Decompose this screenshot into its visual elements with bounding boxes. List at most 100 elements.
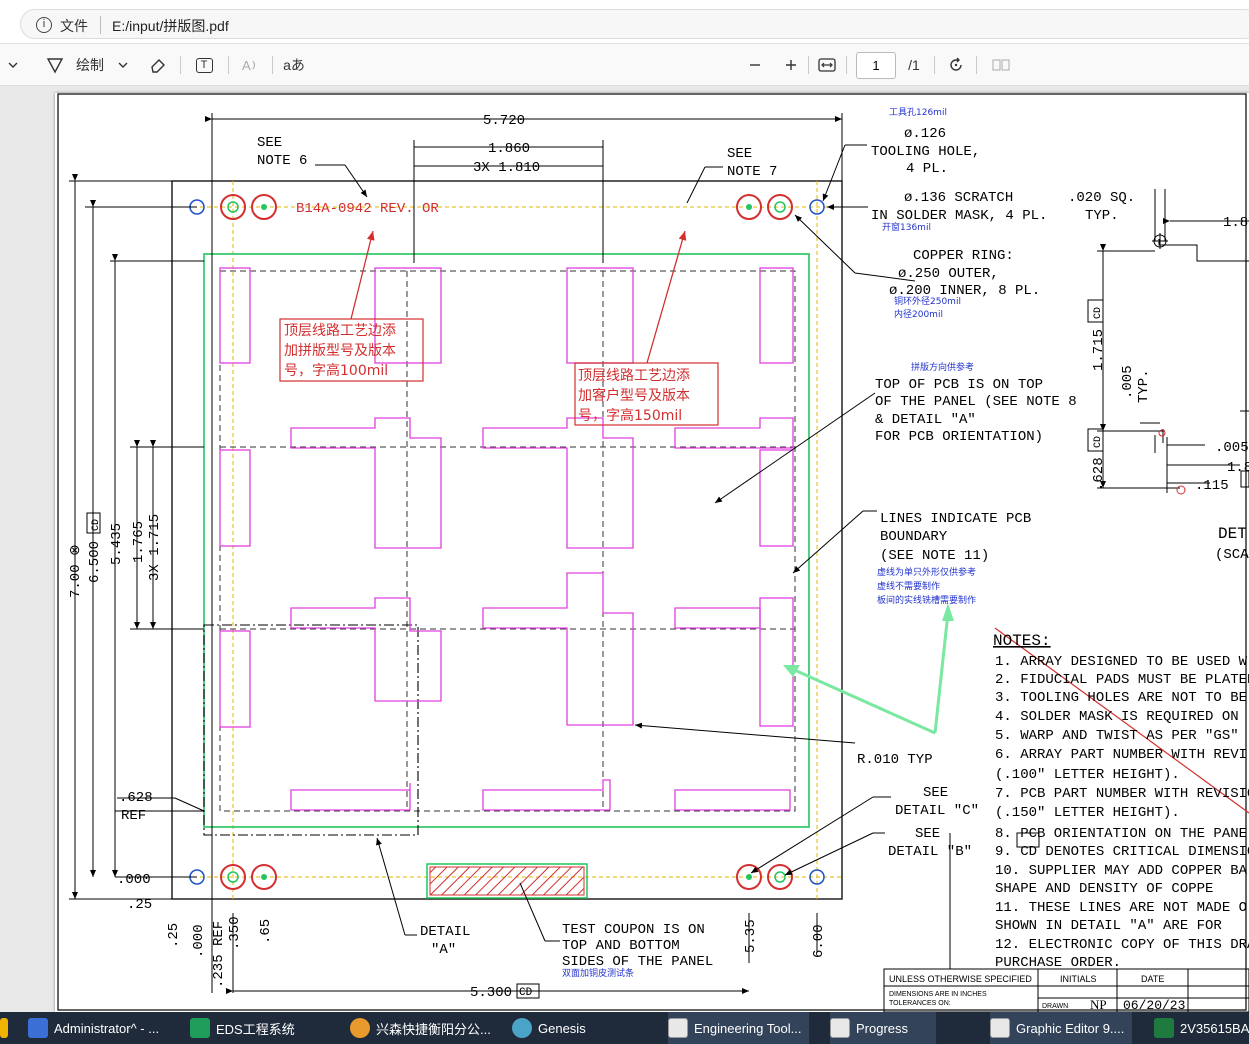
array-part-number: B14A-0942 REV. OR: [296, 201, 439, 217]
address-path[interactable]: E:/input/拼版图.pdf: [112, 16, 229, 36]
zoom-in-icon[interactable]: [780, 44, 802, 86]
cd-label: CD: [519, 987, 533, 999]
x-window-icon: [668, 1018, 688, 1038]
taskbar-item-label: Engineering Tool...: [694, 1020, 802, 1036]
dim-3x1715: 3X 1.715: [147, 514, 163, 581]
pdf-viewer[interactable]: 5.720 1.860 3X 1.810 SEE NOTE 6 SEE NOTE…: [0, 86, 1249, 1012]
page-number-input[interactable]: [856, 52, 896, 79]
dim-5300: 5.300: [470, 985, 512, 1001]
dimension-lines: [69, 113, 843, 994]
cd-vertical: CD: [91, 519, 102, 531]
x-25: .25: [166, 923, 182, 948]
board-outline: [203, 253, 810, 828]
excel-icon: [1154, 1018, 1174, 1038]
cn-note-b1: 顶层线路工艺边添: [578, 368, 690, 384]
taskbar-item[interactable]: Administrator^ - ...: [28, 1012, 159, 1044]
toolbar-separator: [272, 56, 273, 74]
cn-note-a3: 号，字高100mil: [284, 362, 388, 379]
toolbar-separator: [180, 56, 181, 74]
coupon-line-3: SIDES OF THE PANEL: [562, 954, 713, 970]
info-icon[interactable]: i: [36, 17, 52, 33]
svg-text:A: A: [242, 58, 251, 73]
tooling-holes: [189, 199, 825, 885]
text-box-icon[interactable]: T: [192, 44, 216, 86]
see-note7-a: SEE: [727, 146, 752, 162]
scratch-label: ø.136 SCRATCH: [904, 190, 1013, 206]
taskbar-item-label: Genesis: [538, 1020, 586, 1036]
green-arrow: [933, 612, 950, 734]
draw-dropdown-icon[interactable]: [114, 44, 132, 86]
taskbar-item[interactable]: 2V35615BAC: [1154, 1012, 1249, 1044]
page-total: /1: [900, 44, 928, 86]
note-item: (.100" LETTER HEIGHT).: [995, 767, 1180, 783]
x-235ref: .235 REF: [211, 921, 227, 988]
det-628: .628: [1091, 457, 1107, 491]
tb-drawn: DRAWN: [1042, 1003, 1068, 1010]
sq-label: .020 SQ.: [1068, 190, 1135, 206]
see-note6-a: SEE: [257, 135, 282, 151]
tb-tol: TOLERANCES ON:: [889, 1000, 951, 1007]
taskbar: Administrator^ - ... EDS工程系统 兴森快捷衡阳分公...…: [0, 1012, 1249, 1044]
note-item: PURCHASE ORDER.: [995, 955, 1121, 971]
taskbar-item-label: Administrator^ - ...: [54, 1020, 160, 1036]
tb-date: DATE: [1141, 974, 1164, 984]
orient-cn: 拼版方向供参考: [911, 361, 974, 373]
scratch-cn: 开窗136mil: [882, 221, 931, 233]
dim-000-y: .000: [117, 872, 151, 888]
note-item: 5. WARP AND TWIST AS PER "GS": [995, 728, 1239, 744]
ring-outer: ø.250 OUTER,: [898, 266, 999, 282]
detail-a-label: DETAIL: [420, 924, 470, 940]
disk-icon: [28, 1018, 48, 1038]
dim-25-y: .25: [127, 897, 152, 913]
taskbar-item[interactable]: Genesis: [512, 1012, 586, 1044]
sq-typ: TYP.: [1085, 208, 1119, 224]
chevron-down-icon[interactable]: [2, 44, 24, 86]
det-115: .115: [1195, 478, 1229, 494]
shell-icon: [350, 1018, 370, 1038]
orient-line-4: FOR PCB ORIENTATION): [875, 429, 1043, 445]
draw-button[interactable]: 绘制: [70, 44, 110, 86]
tool-label: TOOLING HOLE,: [871, 144, 980, 160]
x-window-icon: [830, 1018, 850, 1038]
note-item: SHOWN IN DETAIL "A" ARE FOR: [995, 918, 1222, 934]
fit-width-icon[interactable]: [815, 44, 839, 86]
translate-button[interactable]: aあ: [280, 44, 308, 86]
tool-cn: 工具孔126mil: [889, 107, 947, 118]
see-b2: DETAIL "B": [888, 844, 972, 860]
eraser-icon[interactable]: [146, 44, 170, 86]
det-005: .005: [1120, 365, 1136, 399]
draw-icon[interactable]: [44, 44, 66, 86]
toolbar-separator: [934, 56, 935, 74]
lines-cn1: 虚线为单只外形仅供参考: [877, 566, 976, 578]
taskbar-item-label: EDS工程系统: [216, 1021, 295, 1037]
cn-note-b3: 号，字高150mil: [578, 407, 682, 424]
rotate-icon[interactable]: [944, 44, 968, 86]
see-note7-b: NOTE 7: [727, 164, 777, 180]
note-item: 8. PCB ORIENTATION ON THE PANE: [995, 826, 1247, 842]
see-c2: DETAIL "C": [895, 803, 979, 819]
dim-180: 1.80: [1223, 215, 1249, 231]
taskbar-item[interactable]: 兴森快捷衡阳分公...: [350, 1012, 491, 1044]
lines-cn2: 虚线不需要制作: [877, 580, 940, 592]
taskbar-item[interactable]: Engineering Tool...: [668, 1012, 810, 1044]
note-item: 10. SUPPLIER MAY ADD COPPER BA: [995, 863, 1248, 879]
taskbar-start[interactable]: [0, 1012, 20, 1044]
ring-cn2: 内径200mil: [894, 308, 943, 320]
read-aloud-icon[interactable]: A: [238, 44, 262, 86]
det-1715: 1.715: [1091, 329, 1107, 371]
green-arrow: [789, 666, 936, 735]
taskbar-item[interactable]: EDS工程系统: [190, 1012, 295, 1044]
taskbar-item[interactable]: Progress: [830, 1012, 937, 1044]
tool-diam: ø.126: [904, 126, 946, 142]
two-page-icon[interactable]: [990, 44, 1012, 86]
notes-block: NOTES: 1. ARRAY DESIGNED TO BE USED W 2.…: [993, 632, 1249, 971]
r010-label: R.010 TYP: [857, 752, 933, 768]
draw-label: 绘制: [76, 57, 104, 73]
det-005t: .005 T: [1215, 440, 1249, 456]
address-bar: i 文件 E:/input/拼版图.pdf: [0, 0, 1249, 44]
taskbar-item[interactable]: Graphic Editor 9....: [990, 1012, 1133, 1044]
dim-overall-width: 5.720: [483, 113, 525, 129]
taskbar-item-label: 2V35615BAC: [1180, 1020, 1249, 1036]
zoom-out-icon[interactable]: [744, 44, 766, 86]
see-c1: SEE: [923, 785, 948, 801]
